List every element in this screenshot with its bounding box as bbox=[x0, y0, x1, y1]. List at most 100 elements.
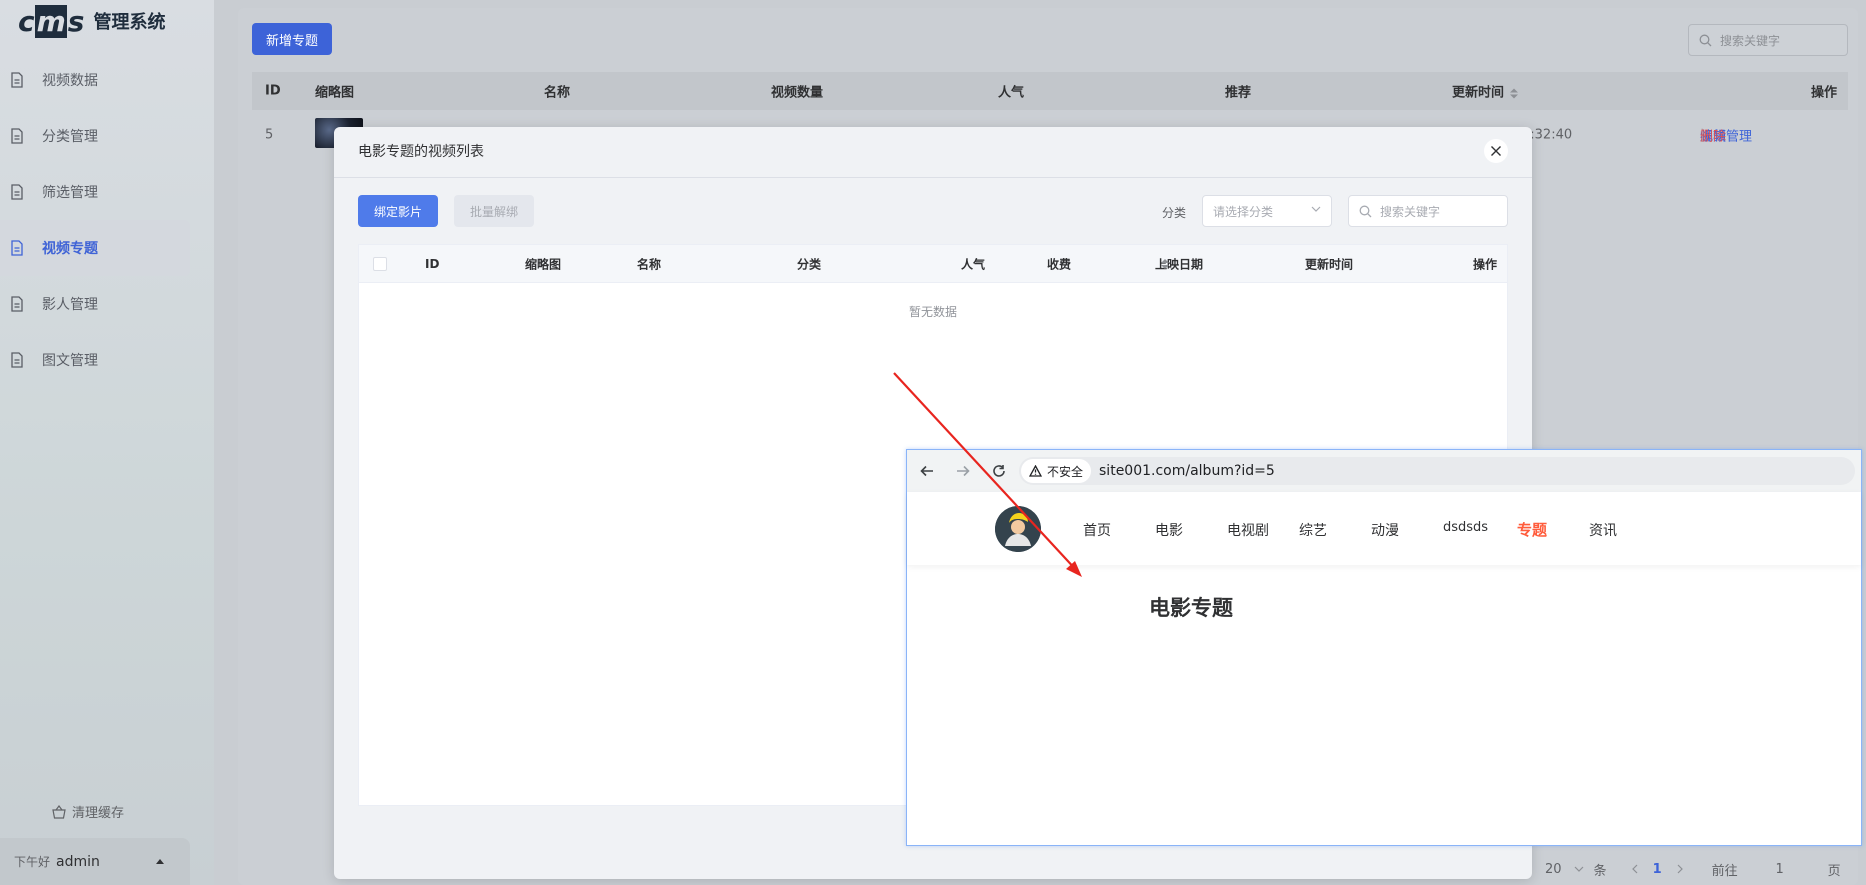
dialog-title: 电影专题的视频列表 bbox=[358, 144, 484, 160]
topic-search-input[interactable]: 搜索关键字 bbox=[1688, 24, 1848, 56]
bind-video-button[interactable]: 绑定影片 bbox=[358, 195, 438, 227]
column-header: 缩略图 bbox=[315, 85, 355, 101]
close-button[interactable] bbox=[1484, 139, 1508, 163]
search-placeholder: 搜索关键字 bbox=[1720, 33, 1781, 48]
delete-link[interactable]: 删除 bbox=[1700, 126, 1726, 145]
column-header: 人气 bbox=[998, 85, 1025, 101]
column-header: 名称 bbox=[544, 85, 571, 101]
sort-icon bbox=[1510, 88, 1519, 98]
site-logo-avatar[interactable] bbox=[995, 506, 1041, 552]
sidebar-item-articles[interactable]: 图文管理 bbox=[0, 332, 190, 388]
nav-movies[interactable]: 电影 bbox=[1155, 520, 1183, 540]
document-icon bbox=[10, 128, 26, 144]
search-placeholder: 搜索关键字 bbox=[1380, 204, 1441, 219]
goto-label: 前往 bbox=[1711, 863, 1738, 879]
page-size-unit: 条 bbox=[1593, 863, 1607, 879]
column-header: 视频数量 bbox=[771, 85, 824, 101]
prev-page-button[interactable] bbox=[1631, 864, 1639, 874]
address-bar[interactable]: 不安全 site001.com/album?id=5 bbox=[1019, 457, 1855, 485]
search-icon bbox=[1359, 205, 1372, 218]
chevron-left-icon bbox=[1631, 864, 1637, 874]
nav-custom[interactable]: dsdsds bbox=[1443, 520, 1488, 535]
back-button[interactable] bbox=[915, 459, 939, 483]
add-topic-button[interactable]: 新增专题 bbox=[252, 23, 332, 55]
security-indicator[interactable]: 不安全 bbox=[1021, 459, 1092, 483]
avatar-icon bbox=[995, 506, 1041, 552]
sidebar-item-label: 影人管理 bbox=[42, 297, 98, 313]
clear-cache-button[interactable]: 清理缓存 bbox=[52, 802, 124, 821]
current-page[interactable]: 1 bbox=[1653, 862, 1662, 877]
document-icon bbox=[10, 184, 26, 200]
document-icon bbox=[10, 352, 26, 368]
sidebar-item-video-data[interactable]: 视频数据 bbox=[0, 52, 190, 108]
reload-icon bbox=[993, 465, 1005, 477]
empty-state-text: 暂无数据 bbox=[908, 305, 957, 319]
column-header: 操作 bbox=[1473, 257, 1498, 271]
column-header: 名称 bbox=[637, 257, 662, 271]
sidebar-item-video-topic[interactable]: 视频专题 bbox=[0, 220, 190, 276]
reload-button[interactable] bbox=[987, 459, 1011, 483]
pagination: 20 条 1 前往 1 页 bbox=[1545, 857, 1841, 881]
page-size-select[interactable]: 20 bbox=[1545, 862, 1584, 877]
nav-topics[interactable]: 专题 bbox=[1517, 519, 1547, 540]
nav-anime[interactable]: 动漫 bbox=[1371, 520, 1399, 540]
column-header: 更新时间 bbox=[1305, 257, 1354, 271]
video-table-header: ID 缩略图 名称 分类 人气 收费 上映日期 更新时间 操作 bbox=[359, 245, 1507, 283]
browser-preview: 不安全 site001.com/album?id=5 首页 电影 电视剧 综艺 … bbox=[906, 449, 1862, 846]
logo: cms 管理系统 bbox=[18, 4, 165, 38]
sidebar-item-label: 图文管理 bbox=[42, 353, 98, 369]
document-icon bbox=[10, 240, 26, 256]
nav-home[interactable]: 首页 bbox=[1083, 520, 1111, 540]
category-select[interactable]: 请选择分类 bbox=[1202, 195, 1332, 227]
sidebar-item-filter[interactable]: 筛选管理 bbox=[0, 164, 190, 220]
document-icon bbox=[10, 72, 26, 88]
greeting-text: 下午好 bbox=[14, 855, 51, 869]
column-header: ID bbox=[265, 83, 281, 99]
chevron-down-icon bbox=[1311, 206, 1321, 212]
category-label: 分类 bbox=[1162, 206, 1187, 220]
nav-news[interactable]: 资讯 bbox=[1589, 520, 1617, 540]
video-search-input[interactable]: 搜索关键字 bbox=[1348, 195, 1508, 227]
sidebar-item-label: 视频数据 bbox=[42, 73, 98, 89]
topic-table-header: ID 缩略图 名称 视频数量 人气 推荐 更新时间 操作 bbox=[252, 72, 1848, 110]
chevron-right-icon bbox=[1677, 864, 1683, 874]
sidebar-item-label: 分类管理 bbox=[42, 129, 98, 145]
back-arrow-icon bbox=[920, 465, 933, 477]
sidebar-item-label: 筛选管理 bbox=[42, 185, 98, 201]
column-header: 分类 bbox=[797, 257, 822, 271]
column-header: 推荐 bbox=[1225, 85, 1252, 101]
column-header: 缩略图 bbox=[525, 257, 562, 271]
nav-tv[interactable]: 电视剧 bbox=[1227, 520, 1269, 540]
username: admin bbox=[56, 853, 100, 870]
column-header: 操作 bbox=[1811, 85, 1838, 101]
album-title: 电影专题 bbox=[1149, 596, 1233, 620]
sidebar: cms 管理系统 视频数据 分类管理 筛选管理 视频专题 影人管理 图文管理 清… bbox=[0, 0, 214, 885]
site-header: 首页 电影 电视剧 综艺 动漫 dsdsds 专题 资讯 bbox=[907, 492, 1861, 565]
insecure-label: 不安全 bbox=[1047, 464, 1084, 479]
sidebar-item-label: 视频专题 bbox=[42, 241, 98, 257]
sort-icon bbox=[1161, 258, 1169, 269]
sidebar-item-people[interactable]: 影人管理 bbox=[0, 276, 190, 332]
url-text: site001.com/album?id=5 bbox=[1099, 463, 1275, 479]
select-all-checkbox[interactable] bbox=[373, 257, 387, 271]
goto-page-input[interactable]: 1 bbox=[1752, 862, 1808, 877]
page-suffix: 页 bbox=[1827, 863, 1841, 879]
nav-variety[interactable]: 综艺 bbox=[1299, 520, 1327, 540]
next-page-button[interactable] bbox=[1676, 864, 1684, 874]
batch-unbind-button[interactable]: 批量解绑 bbox=[454, 195, 534, 227]
cell-id: 5 bbox=[265, 127, 274, 143]
forward-arrow-icon bbox=[957, 465, 970, 477]
basket-icon bbox=[52, 804, 66, 819]
user-menu[interactable]: 下午好 admin bbox=[0, 838, 190, 885]
browser-toolbar: 不安全 site001.com/album?id=5 bbox=[907, 450, 1861, 492]
column-header: 人气 bbox=[961, 257, 986, 271]
sidebar-item-category[interactable]: 分类管理 bbox=[0, 108, 190, 164]
close-icon bbox=[1491, 146, 1501, 156]
forward-button[interactable] bbox=[951, 459, 975, 483]
category-placeholder: 请选择分类 bbox=[1213, 204, 1274, 219]
dialog-divider bbox=[334, 177, 1532, 178]
clear-cache-label: 清理缓存 bbox=[72, 806, 125, 821]
caret-up-icon bbox=[156, 859, 164, 864]
search-icon bbox=[1699, 34, 1712, 47]
column-header-sortable[interactable]: 更新时间 bbox=[1452, 82, 1519, 101]
